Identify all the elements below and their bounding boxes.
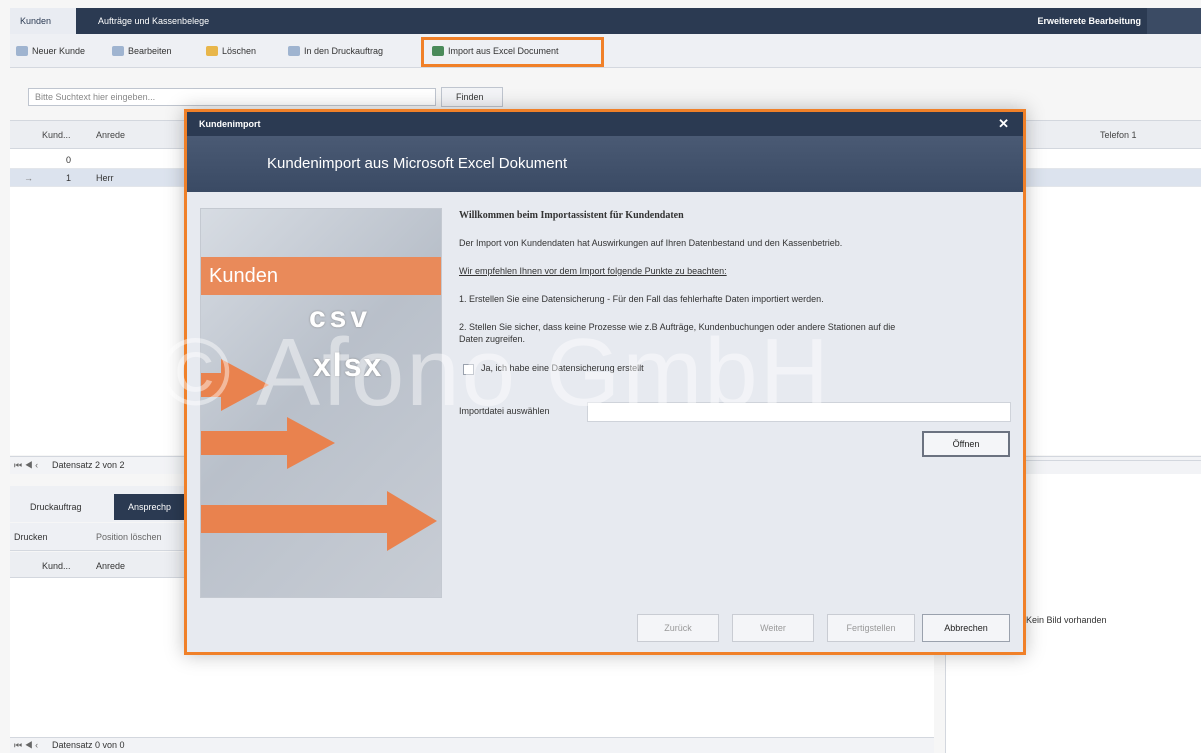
toolbar: Neuer Kunde Bearbeiten Löschen In den Dr… xyxy=(10,34,1201,68)
backup-checkbox[interactable] xyxy=(463,364,474,375)
file-path-input[interactable] xyxy=(587,402,1011,422)
find-button[interactable]: Finden xyxy=(441,87,503,107)
tab-ansprechpartner[interactable]: Ansprechp xyxy=(114,494,186,520)
arrow-icon xyxy=(221,359,269,411)
lower-position-button[interactable]: Position löschen xyxy=(96,532,162,542)
finish-button[interactable]: Fertigstellen xyxy=(827,614,915,642)
col-telefon[interactable]: Telefon 1 xyxy=(1100,130,1137,140)
intro-text: Der Import von Kundendaten hat Auswirkun… xyxy=(459,238,843,248)
lower-pager-label: Datensatz 0 von 0 xyxy=(52,740,125,750)
main-tab-bar: Kunden Aufträge und Kassenbelege Erweite… xyxy=(10,8,1201,34)
col-anrede[interactable]: Anrede xyxy=(96,130,125,140)
pane-splitter[interactable] xyxy=(1026,460,1201,468)
new-customer-icon xyxy=(16,46,28,56)
delete-button[interactable]: Löschen xyxy=(206,43,256,59)
illustration-band: Kunden xyxy=(201,257,441,295)
print-job-button[interactable]: In den Druckauftrag xyxy=(288,43,383,59)
lower-pager: ⏮ ◀ ‹ Datensatz 0 von 0 xyxy=(10,737,934,753)
print-job-icon xyxy=(288,46,300,56)
row-marker-icon: → xyxy=(24,173,33,183)
lower-print-button[interactable]: Drucken xyxy=(14,532,48,542)
lower-pager-nav-icon[interactable]: ⏮ ◀ ‹ xyxy=(14,740,38,751)
tabbar-right-block xyxy=(1147,8,1201,34)
row-salutation: Herr xyxy=(96,173,114,183)
col-kundennr[interactable]: Kund... xyxy=(42,130,71,140)
import-illustration: Kunden csv xlsx xyxy=(200,208,442,598)
advanced-edit-link[interactable]: Erweiterete Bearbeitung xyxy=(1037,8,1141,34)
print-job-label: In den Druckauftrag xyxy=(304,46,384,56)
delete-icon xyxy=(206,46,218,56)
new-customer-label: Neuer Kunde xyxy=(32,46,86,56)
arrow-shape xyxy=(201,373,221,397)
arrow-shape xyxy=(201,505,387,533)
import-dialog: Kundenimport ✕ Kundenimport aus Microsof… xyxy=(184,109,1026,655)
arrow-icon xyxy=(287,417,335,469)
row-num: 0 xyxy=(66,155,72,165)
arrow-shape xyxy=(201,431,287,455)
delete-label: Löschen xyxy=(222,46,257,56)
back-button[interactable]: Zurück xyxy=(637,614,719,642)
dialog-title: Kundenimport xyxy=(187,112,1023,136)
illustration-csv: csv xyxy=(309,301,372,334)
welcome-heading: Willkommen beim Importassistent für Kund… xyxy=(459,210,684,221)
dialog-header: Kundenimport aus Microsoft Excel Dokumen… xyxy=(187,136,1023,192)
recommend-text: Wir empfehlen Ihnen vor dem Import folge… xyxy=(459,266,727,276)
close-icon[interactable]: ✕ xyxy=(998,112,1009,136)
new-customer-button[interactable]: Neuer Kunde xyxy=(16,43,85,59)
tab-auftraege[interactable]: Aufträge und Kassenbelege xyxy=(88,8,219,34)
edit-label: Bearbeiten xyxy=(128,46,172,56)
search-input[interactable]: Bitte Suchtext hier eingeben... xyxy=(28,88,436,106)
import-excel-highlight xyxy=(421,37,604,67)
tab-druckauftrag[interactable]: Druckauftrag xyxy=(16,494,96,520)
illustration-xlsx: xlsx xyxy=(313,347,384,383)
app-window: Kunden Aufträge und Kassenbelege Erweite… xyxy=(0,0,1201,753)
point-2b: Daten zugreifen. xyxy=(459,334,526,344)
edit-button[interactable]: Bearbeiten xyxy=(112,43,172,59)
next-button[interactable]: Weiter xyxy=(732,614,814,642)
cancel-button[interactable]: Abbrechen xyxy=(922,614,1010,642)
file-select-label: Importdatei auswählen xyxy=(459,406,550,416)
no-image-label: Kein Bild vorhanden xyxy=(1026,615,1107,625)
pager-label: Datensatz 2 von 2 xyxy=(52,460,125,470)
lower-col-kundennr[interactable]: Kund... xyxy=(42,561,71,571)
lower-col-anrede[interactable]: Anrede xyxy=(96,561,125,571)
row-num: 1 xyxy=(66,173,72,183)
point-2a: 2. Stellen Sie sicher, dass keine Prozes… xyxy=(459,322,896,332)
point-1: 1. Erstellen Sie eine Datensicherung - F… xyxy=(459,294,824,304)
arrow-icon xyxy=(387,491,437,551)
pager-nav-icon[interactable]: ⏮ ◀ ‹ xyxy=(14,460,38,471)
edit-icon xyxy=(112,46,124,56)
tab-kunden[interactable]: Kunden xyxy=(10,8,76,34)
backup-checkbox-label: Ja, ich habe eine Datensicherung erstell… xyxy=(481,363,644,373)
open-button[interactable]: Öffnen xyxy=(922,431,1010,457)
